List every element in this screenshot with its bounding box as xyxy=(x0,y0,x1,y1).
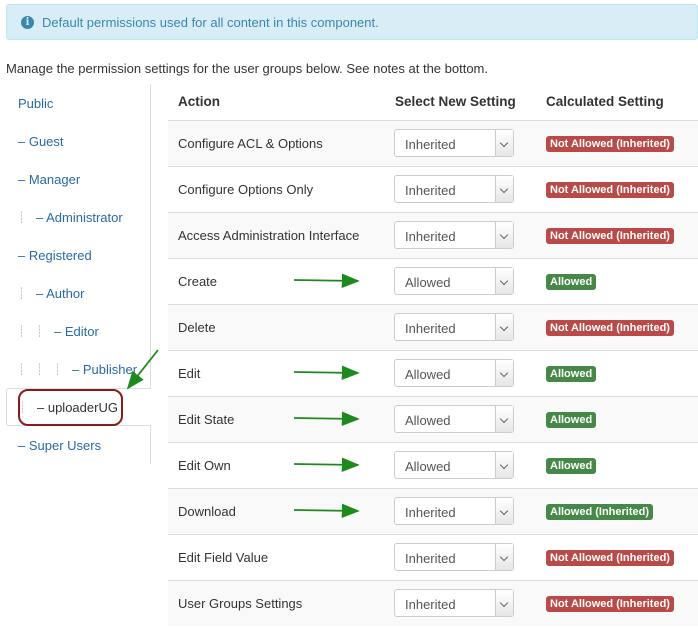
calculated-setting-badge: Not Allowed (Inherited) xyxy=(546,320,674,336)
tree-indent-marker: ┊ xyxy=(36,363,43,376)
group-item[interactable]: – Guest xyxy=(6,122,151,160)
chevron-down-icon[interactable] xyxy=(495,452,513,478)
group-item[interactable]: ┊ – Author xyxy=(6,274,151,312)
header-select-new-setting: Select New Setting xyxy=(395,94,516,109)
table-row: Create Allowed Allowed xyxy=(168,258,698,304)
setting-select-value: Inherited xyxy=(405,183,456,198)
chevron-down-icon[interactable] xyxy=(495,544,513,570)
calculated-setting-badge: Not Allowed (Inherited) xyxy=(546,182,674,198)
setting-select-value: Allowed xyxy=(405,367,451,382)
action-label: Delete xyxy=(178,320,216,335)
group-label: – Author xyxy=(36,285,85,301)
chevron-down-icon[interactable] xyxy=(495,130,513,156)
group-label: – Super Users xyxy=(18,437,102,453)
action-label: Access Administration Interface xyxy=(178,228,360,243)
intro-text: Manage the permission settings for the u… xyxy=(6,61,489,76)
calculated-setting-badge: Allowed xyxy=(546,412,597,428)
chevron-down-icon[interactable] xyxy=(495,268,513,294)
calculated-setting-badge: Not Allowed (Inherited) xyxy=(546,550,674,566)
chevron-down-icon[interactable] xyxy=(495,590,513,616)
setting-select-value: Allowed xyxy=(405,413,451,428)
tree-indent-marker: ┊ xyxy=(18,211,25,224)
chevron-down-icon[interactable] xyxy=(495,498,513,524)
setting-select-value: Inherited xyxy=(405,597,456,612)
setting-select-value: Inherited xyxy=(405,321,456,336)
tree-indent-marker: ┊ xyxy=(54,363,61,376)
group-item[interactable]: – Registered xyxy=(6,236,151,274)
table-row: Delete Inherited Not Allowed (Inherited) xyxy=(168,304,698,350)
calculated-setting-badge: Not Allowed (Inherited) xyxy=(546,228,674,244)
group-item[interactable]: ┊ ┊ – Editor xyxy=(6,312,151,350)
info-alert: i Default permissions used for all conte… xyxy=(6,4,698,40)
action-label: Download xyxy=(178,504,236,519)
setting-select-value: Inherited xyxy=(405,505,456,520)
group-item[interactable]: ┊ – Administrator xyxy=(6,198,151,236)
chevron-down-icon[interactable] xyxy=(495,406,513,432)
setting-select[interactable]: Inherited xyxy=(394,589,514,617)
setting-select-value: Allowed xyxy=(405,459,451,474)
table-row: Edit Allowed Allowed xyxy=(168,350,698,396)
annotation-circle xyxy=(18,389,123,426)
calculated-setting-badge: Allowed xyxy=(546,274,597,290)
info-icon: i xyxy=(21,15,34,29)
chevron-down-icon[interactable] xyxy=(495,314,513,340)
group-label: – Publisher xyxy=(72,361,138,377)
setting-select[interactable]: Inherited xyxy=(394,497,514,525)
group-label: Public xyxy=(18,95,54,111)
chevron-down-icon[interactable] xyxy=(495,360,513,386)
tree-indent-marker: ┊ xyxy=(18,325,25,338)
calculated-setting-badge: Allowed (Inherited) xyxy=(546,504,653,520)
action-label: Create xyxy=(178,274,218,289)
group-label: – Registered xyxy=(18,247,92,263)
setting-select-value: Inherited xyxy=(405,551,456,566)
table-row: Configure Options Only Inherited Not Allow… xyxy=(168,166,698,212)
table-row: Configure ACL & Options Inherited Not Allo… xyxy=(168,120,698,166)
calculated-setting-badge: Not Allowed (Inherited) xyxy=(546,136,674,152)
group-label: – Guest xyxy=(18,133,64,149)
setting-select[interactable]: Inherited xyxy=(394,129,514,157)
action-label: Edit State xyxy=(178,412,235,427)
calculated-setting-badge: Allowed xyxy=(546,458,597,474)
action-label: Edit xyxy=(178,366,201,381)
setting-select[interactable]: Allowed xyxy=(394,359,514,387)
table-row: Download Inherited Allowed (Inherited) xyxy=(168,488,698,534)
alert-text: Default permissions used for all content… xyxy=(42,14,379,30)
chevron-down-icon[interactable] xyxy=(495,222,513,248)
setting-select-value: Inherited xyxy=(405,229,456,244)
setting-select[interactable]: Allowed xyxy=(394,267,514,295)
table-row: User Groups Settings Inherited Not Allowed… xyxy=(168,580,698,626)
action-label: Edit Own xyxy=(178,458,231,473)
table-row: Access Administration Interface Inherited… xyxy=(168,212,698,258)
tree-indent-marker: ┊ xyxy=(18,287,25,300)
group-label: – Editor xyxy=(54,323,99,339)
header-calculated-setting: Calculated Setting xyxy=(546,94,664,109)
group-item[interactable]: – Manager xyxy=(6,160,151,198)
calculated-setting-badge: Allowed xyxy=(546,366,597,382)
header-action: Action xyxy=(178,94,220,109)
group-item[interactable]: Public xyxy=(6,84,151,122)
chevron-down-icon[interactable] xyxy=(495,176,513,202)
action-label: User Groups Settings xyxy=(178,596,303,611)
group-item[interactable]: ┊ ┊ ┊ – Publisher xyxy=(6,350,151,388)
group-label: – Manager xyxy=(18,171,81,187)
setting-select[interactable]: Allowed xyxy=(394,405,514,433)
group-item[interactable]: – Super Users xyxy=(6,426,151,464)
setting-select[interactable]: Inherited xyxy=(394,543,514,571)
action-label: Edit Field Value xyxy=(178,550,269,565)
setting-select[interactable]: Inherited xyxy=(394,313,514,341)
group-label: – Administrator xyxy=(36,209,123,225)
setting-select[interactable]: Inherited xyxy=(394,221,514,249)
table-row: Edit Own Allowed Allowed xyxy=(168,442,698,488)
calculated-setting-badge: Not Allowed (Inherited) xyxy=(546,596,674,612)
setting-select-value: Allowed xyxy=(405,275,451,290)
table-row: Edit Field Value Inherited Not Allowed (In… xyxy=(168,534,698,580)
setting-select[interactable]: Allowed xyxy=(394,451,514,479)
action-label: Configure Options Only xyxy=(178,182,314,197)
setting-select[interactable]: Inherited xyxy=(394,175,514,203)
table-row: Edit State Allowed Allowed xyxy=(168,396,698,442)
tree-indent-marker: ┊ xyxy=(18,363,25,376)
action-label: Configure ACL & Options xyxy=(178,136,323,151)
setting-select-value: Inherited xyxy=(405,137,456,152)
tree-indent-marker: ┊ xyxy=(36,325,43,338)
